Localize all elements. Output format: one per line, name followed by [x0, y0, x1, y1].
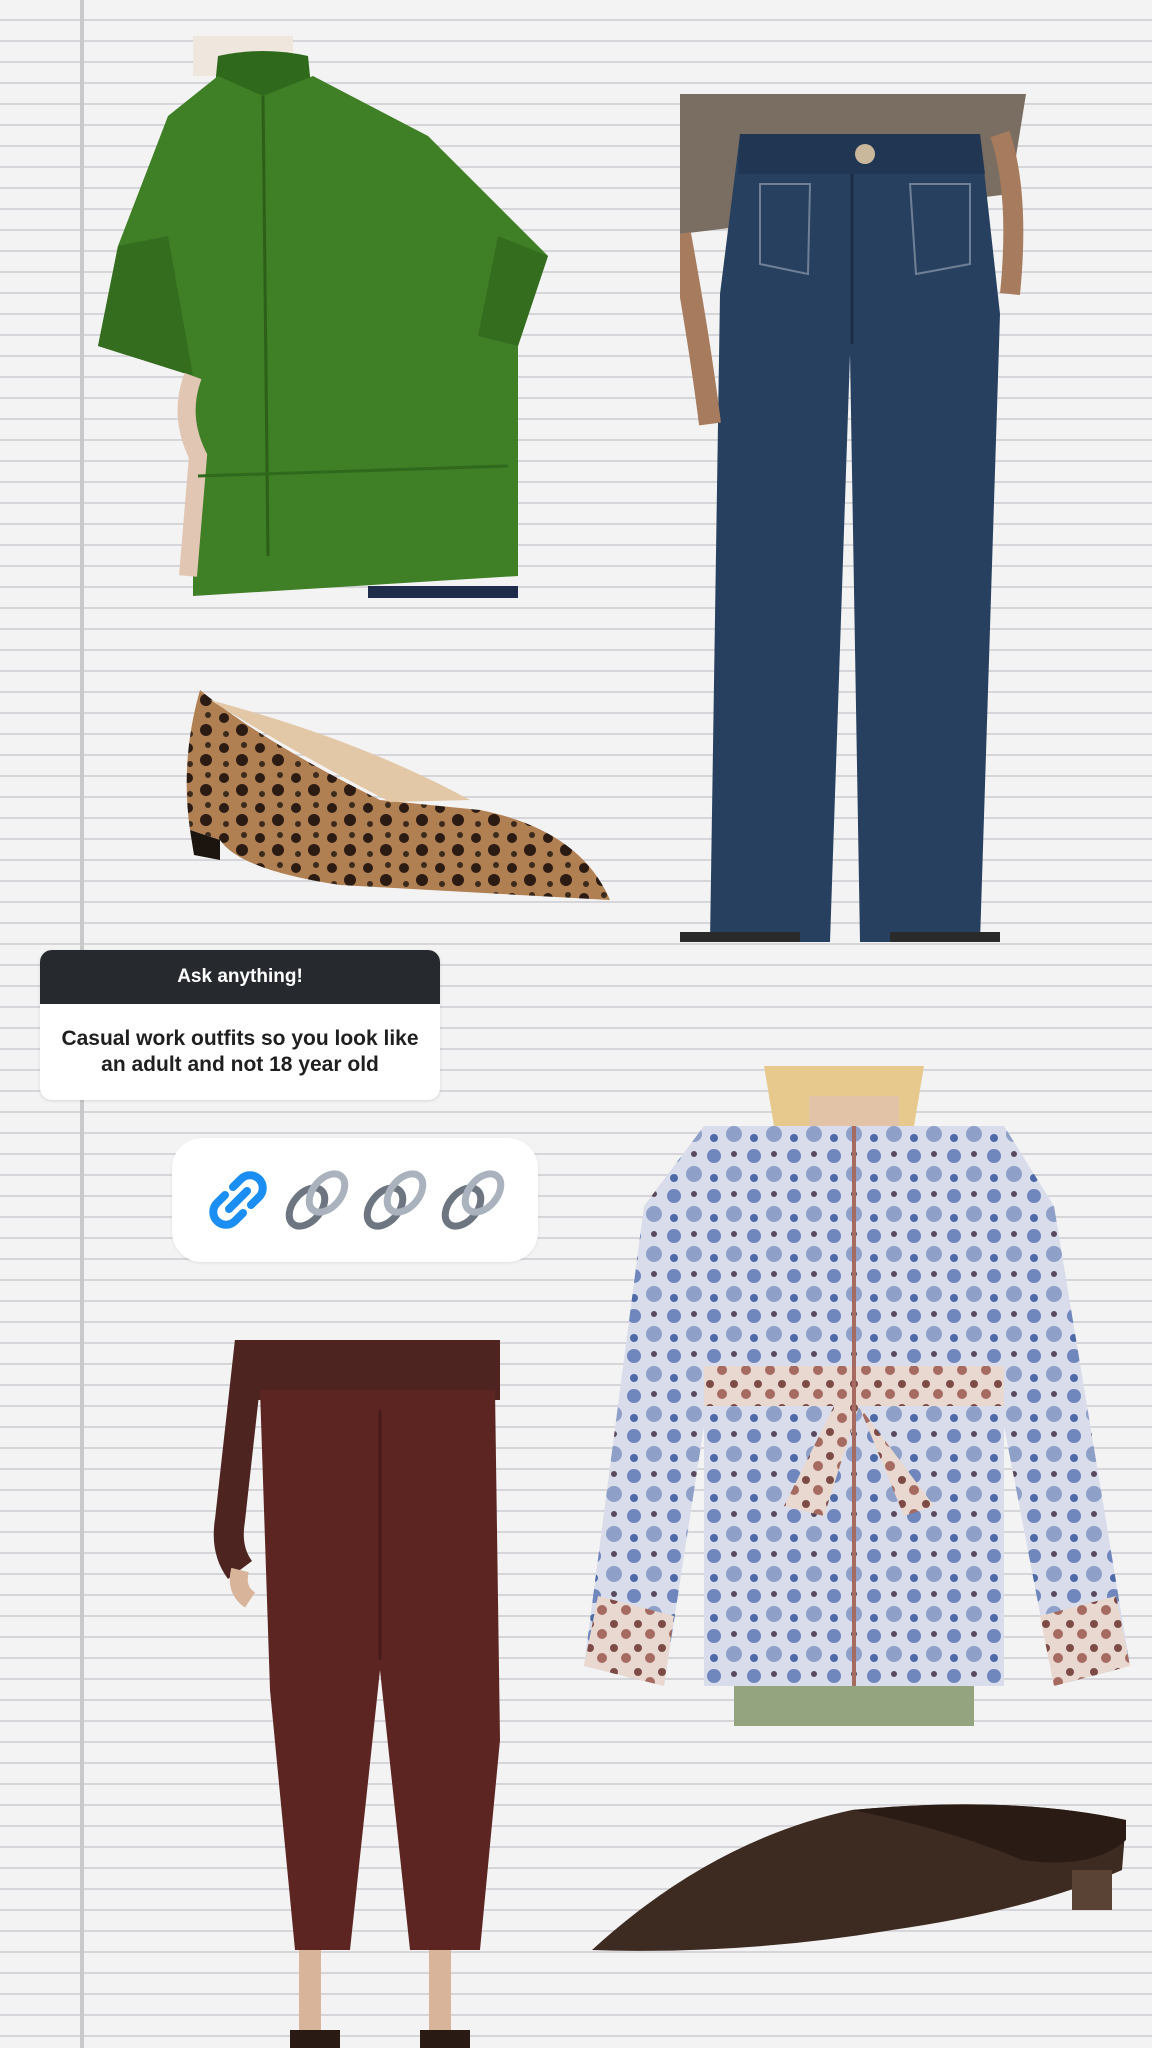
chain-link-icon [441, 1170, 505, 1230]
chain-link-icon [285, 1170, 349, 1230]
leopard-flat-image [186, 690, 610, 900]
jeans-image [680, 94, 1026, 942]
question-sticker-header: Ask anything! [40, 950, 440, 1004]
question-sticker: Ask anything! Casual work outfits so you… [40, 950, 440, 1100]
link-sticker[interactable] [172, 1138, 538, 1262]
question-sticker-text: Casual work outfits so you look like an … [61, 1027, 419, 1076]
brown-mule-image [592, 1804, 1126, 1951]
chain-link-icon [363, 1170, 427, 1230]
burgundy-pants-image [213, 1340, 500, 2048]
green-shirt-image [98, 36, 548, 598]
floral-jacket-image [584, 1066, 1130, 1726]
blue-link-icon[interactable] [203, 1165, 273, 1235]
